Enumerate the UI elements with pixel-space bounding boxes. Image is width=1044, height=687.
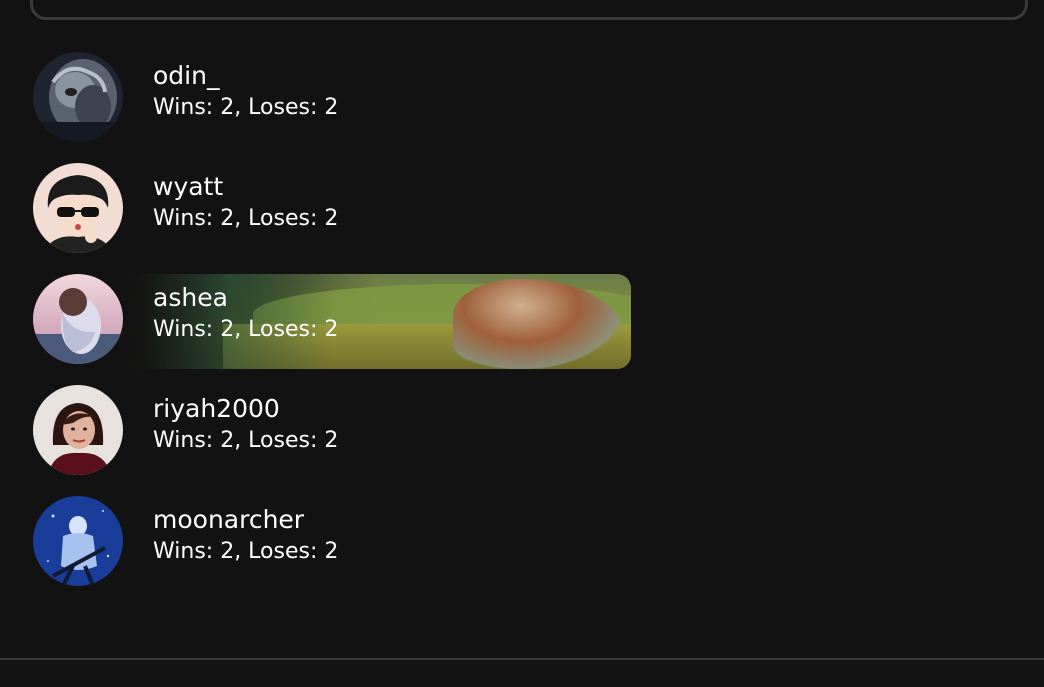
player-stats: Wins: 2, Loses: 2 bbox=[153, 428, 339, 453]
avatar bbox=[33, 52, 123, 142]
player-row-moonarcher[interactable]: moonarcher Wins: 2, Loses: 2 bbox=[33, 496, 733, 586]
avatar bbox=[33, 385, 123, 475]
player-stats: Wins: 2, Loses: 2 bbox=[153, 206, 339, 231]
player-row-wyatt[interactable]: wyatt Wins: 2, Loses: 2 bbox=[33, 163, 733, 253]
player-row-ashea[interactable]: ashea Wins: 2, Loses: 2 bbox=[33, 274, 733, 369]
player-name: wyatt bbox=[153, 172, 224, 201]
player-stats: Wins: 2, Loses: 2 bbox=[153, 539, 339, 564]
avatar bbox=[33, 496, 123, 586]
player-row-riyah2000[interactable]: riyah2000 Wins: 2, Loses: 2 bbox=[33, 385, 733, 475]
player-info: wyatt Wins: 2, Loses: 2 bbox=[153, 171, 338, 235]
player-name: odin_ bbox=[153, 61, 220, 90]
player-list-screen: odin_ Wins: 2, Loses: 2 wyatt Wins: 2, L… bbox=[0, 0, 1044, 687]
top-panel bbox=[30, 0, 1028, 20]
player-info: odin_ Wins: 2, Loses: 2 bbox=[153, 60, 338, 124]
player-list: odin_ Wins: 2, Loses: 2 wyatt Wins: 2, L… bbox=[33, 52, 733, 607]
player-name: moonarcher bbox=[153, 505, 305, 534]
player-info: moonarcher Wins: 2, Loses: 2 bbox=[153, 504, 338, 568]
avatar bbox=[33, 274, 123, 364]
player-name: riyah2000 bbox=[153, 394, 280, 423]
player-name: ashea bbox=[153, 283, 228, 312]
player-info: riyah2000 Wins: 2, Loses: 2 bbox=[153, 393, 338, 457]
player-stats: Wins: 2, Loses: 2 bbox=[153, 317, 339, 342]
avatar bbox=[33, 163, 123, 253]
bottom-divider bbox=[0, 658, 1044, 660]
player-row-odin[interactable]: odin_ Wins: 2, Loses: 2 bbox=[33, 52, 733, 142]
player-info: ashea Wins: 2, Loses: 2 bbox=[153, 282, 338, 346]
player-stats: Wins: 2, Loses: 2 bbox=[153, 95, 339, 120]
